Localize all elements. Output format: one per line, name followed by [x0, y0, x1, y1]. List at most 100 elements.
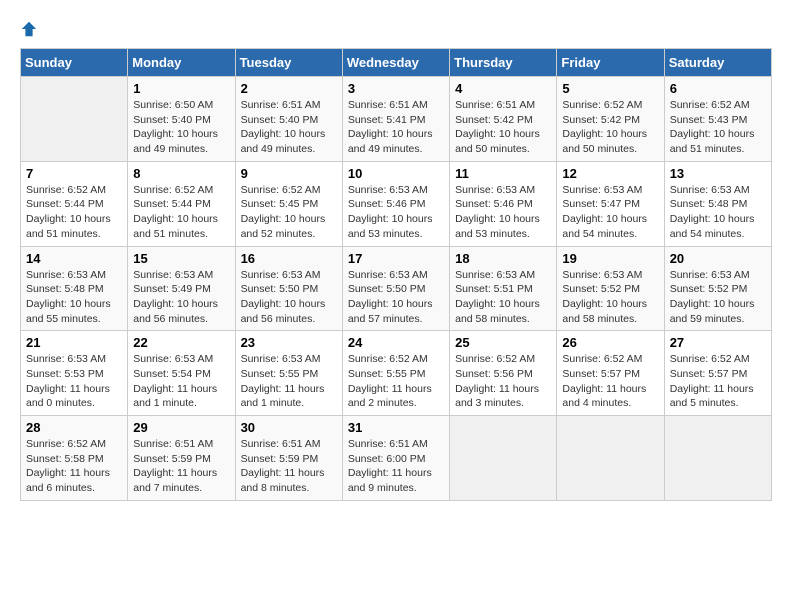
- day-info: Sunrise: 6:52 AMSunset: 5:57 PMDaylight:…: [562, 352, 658, 411]
- day-number: 16: [241, 251, 337, 266]
- calendar-cell: [664, 416, 771, 501]
- day-info: Sunrise: 6:52 AMSunset: 5:56 PMDaylight:…: [455, 352, 551, 411]
- day-number: 11: [455, 166, 551, 181]
- calendar-cell: 7 Sunrise: 6:52 AMSunset: 5:44 PMDayligh…: [21, 161, 128, 246]
- day-info: Sunrise: 6:52 AMSunset: 5:42 PMDaylight:…: [562, 98, 658, 157]
- calendar-cell: 12 Sunrise: 6:53 AMSunset: 5:47 PMDaylig…: [557, 161, 664, 246]
- day-info: Sunrise: 6:53 AMSunset: 5:46 PMDaylight:…: [455, 183, 551, 242]
- calendar-cell: 19 Sunrise: 6:53 AMSunset: 5:52 PMDaylig…: [557, 246, 664, 331]
- calendar-cell: 4 Sunrise: 6:51 AMSunset: 5:42 PMDayligh…: [450, 77, 557, 162]
- day-number: 1: [133, 81, 229, 96]
- day-info: Sunrise: 6:52 AMSunset: 5:55 PMDaylight:…: [348, 352, 444, 411]
- calendar-cell: 15 Sunrise: 6:53 AMSunset: 5:49 PMDaylig…: [128, 246, 235, 331]
- day-number: 31: [348, 420, 444, 435]
- day-number: 29: [133, 420, 229, 435]
- day-info: Sunrise: 6:53 AMSunset: 5:52 PMDaylight:…: [670, 268, 766, 327]
- calendar-cell: 21 Sunrise: 6:53 AMSunset: 5:53 PMDaylig…: [21, 331, 128, 416]
- day-info: Sunrise: 6:53 AMSunset: 5:54 PMDaylight:…: [133, 352, 229, 411]
- day-info: Sunrise: 6:50 AMSunset: 5:40 PMDaylight:…: [133, 98, 229, 157]
- day-number: 7: [26, 166, 122, 181]
- calendar-cell: 8 Sunrise: 6:52 AMSunset: 5:44 PMDayligh…: [128, 161, 235, 246]
- day-info: Sunrise: 6:53 AMSunset: 5:52 PMDaylight:…: [562, 268, 658, 327]
- day-info: Sunrise: 6:51 AMSunset: 5:59 PMDaylight:…: [241, 437, 337, 496]
- day-info: Sunrise: 6:51 AMSunset: 5:41 PMDaylight:…: [348, 98, 444, 157]
- calendar-cell: 25 Sunrise: 6:52 AMSunset: 5:56 PMDaylig…: [450, 331, 557, 416]
- calendar-cell: 22 Sunrise: 6:53 AMSunset: 5:54 PMDaylig…: [128, 331, 235, 416]
- day-number: 17: [348, 251, 444, 266]
- day-number: 22: [133, 335, 229, 350]
- calendar-week-row: 21 Sunrise: 6:53 AMSunset: 5:53 PMDaylig…: [21, 331, 772, 416]
- calendar-cell: 18 Sunrise: 6:53 AMSunset: 5:51 PMDaylig…: [450, 246, 557, 331]
- calendar-cell: 31 Sunrise: 6:51 AMSunset: 6:00 PMDaylig…: [342, 416, 449, 501]
- calendar-week-row: 1 Sunrise: 6:50 AMSunset: 5:40 PMDayligh…: [21, 77, 772, 162]
- day-number: 25: [455, 335, 551, 350]
- day-number: 13: [670, 166, 766, 181]
- day-number: 23: [241, 335, 337, 350]
- day-info: Sunrise: 6:51 AMSunset: 5:42 PMDaylight:…: [455, 98, 551, 157]
- weekday-header-thursday: Thursday: [450, 49, 557, 77]
- calendar-cell: [450, 416, 557, 501]
- day-info: Sunrise: 6:52 AMSunset: 5:57 PMDaylight:…: [670, 352, 766, 411]
- logo: [20, 20, 42, 38]
- day-info: Sunrise: 6:53 AMSunset: 5:49 PMDaylight:…: [133, 268, 229, 327]
- calendar-cell: 27 Sunrise: 6:52 AMSunset: 5:57 PMDaylig…: [664, 331, 771, 416]
- day-number: 26: [562, 335, 658, 350]
- day-info: Sunrise: 6:53 AMSunset: 5:50 PMDaylight:…: [348, 268, 444, 327]
- day-info: Sunrise: 6:52 AMSunset: 5:44 PMDaylight:…: [133, 183, 229, 242]
- calendar-cell: 30 Sunrise: 6:51 AMSunset: 5:59 PMDaylig…: [235, 416, 342, 501]
- calendar-cell: 11 Sunrise: 6:53 AMSunset: 5:46 PMDaylig…: [450, 161, 557, 246]
- day-info: Sunrise: 6:53 AMSunset: 5:48 PMDaylight:…: [26, 268, 122, 327]
- calendar-cell: [21, 77, 128, 162]
- day-info: Sunrise: 6:53 AMSunset: 5:50 PMDaylight:…: [241, 268, 337, 327]
- day-number: 30: [241, 420, 337, 435]
- day-number: 24: [348, 335, 444, 350]
- day-number: 28: [26, 420, 122, 435]
- calendar-cell: 16 Sunrise: 6:53 AMSunset: 5:50 PMDaylig…: [235, 246, 342, 331]
- day-number: 21: [26, 335, 122, 350]
- calendar-cell: 1 Sunrise: 6:50 AMSunset: 5:40 PMDayligh…: [128, 77, 235, 162]
- day-number: 2: [241, 81, 337, 96]
- calendar-cell: 13 Sunrise: 6:53 AMSunset: 5:48 PMDaylig…: [664, 161, 771, 246]
- calendar-cell: 23 Sunrise: 6:53 AMSunset: 5:55 PMDaylig…: [235, 331, 342, 416]
- calendar-table: SundayMondayTuesdayWednesdayThursdayFrid…: [20, 48, 772, 501]
- calendar-cell: 20 Sunrise: 6:53 AMSunset: 5:52 PMDaylig…: [664, 246, 771, 331]
- calendar-cell: 14 Sunrise: 6:53 AMSunset: 5:48 PMDaylig…: [21, 246, 128, 331]
- day-number: 8: [133, 166, 229, 181]
- day-number: 20: [670, 251, 766, 266]
- day-number: 18: [455, 251, 551, 266]
- calendar-cell: [557, 416, 664, 501]
- day-info: Sunrise: 6:53 AMSunset: 5:48 PMDaylight:…: [670, 183, 766, 242]
- calendar-cell: 6 Sunrise: 6:52 AMSunset: 5:43 PMDayligh…: [664, 77, 771, 162]
- calendar-cell: 24 Sunrise: 6:52 AMSunset: 5:55 PMDaylig…: [342, 331, 449, 416]
- day-info: Sunrise: 6:53 AMSunset: 5:46 PMDaylight:…: [348, 183, 444, 242]
- day-number: 9: [241, 166, 337, 181]
- calendar-cell: 5 Sunrise: 6:52 AMSunset: 5:42 PMDayligh…: [557, 77, 664, 162]
- day-info: Sunrise: 6:53 AMSunset: 5:51 PMDaylight:…: [455, 268, 551, 327]
- day-number: 15: [133, 251, 229, 266]
- calendar-cell: 2 Sunrise: 6:51 AMSunset: 5:40 PMDayligh…: [235, 77, 342, 162]
- day-info: Sunrise: 6:51 AMSunset: 5:59 PMDaylight:…: [133, 437, 229, 496]
- day-info: Sunrise: 6:51 AMSunset: 6:00 PMDaylight:…: [348, 437, 444, 496]
- day-number: 12: [562, 166, 658, 181]
- day-number: 14: [26, 251, 122, 266]
- calendar-cell: 10 Sunrise: 6:53 AMSunset: 5:46 PMDaylig…: [342, 161, 449, 246]
- weekday-header-row: SundayMondayTuesdayWednesdayThursdayFrid…: [21, 49, 772, 77]
- day-info: Sunrise: 6:51 AMSunset: 5:40 PMDaylight:…: [241, 98, 337, 157]
- weekday-header-sunday: Sunday: [21, 49, 128, 77]
- weekday-header-saturday: Saturday: [664, 49, 771, 77]
- day-number: 27: [670, 335, 766, 350]
- day-info: Sunrise: 6:52 AMSunset: 5:45 PMDaylight:…: [241, 183, 337, 242]
- calendar-cell: 3 Sunrise: 6:51 AMSunset: 5:41 PMDayligh…: [342, 77, 449, 162]
- calendar-cell: 26 Sunrise: 6:52 AMSunset: 5:57 PMDaylig…: [557, 331, 664, 416]
- calendar-cell: 17 Sunrise: 6:53 AMSunset: 5:50 PMDaylig…: [342, 246, 449, 331]
- day-number: 19: [562, 251, 658, 266]
- weekday-header-monday: Monday: [128, 49, 235, 77]
- day-info: Sunrise: 6:52 AMSunset: 5:44 PMDaylight:…: [26, 183, 122, 242]
- day-number: 3: [348, 81, 444, 96]
- calendar-cell: 9 Sunrise: 6:52 AMSunset: 5:45 PMDayligh…: [235, 161, 342, 246]
- day-number: 10: [348, 166, 444, 181]
- calendar-week-row: 28 Sunrise: 6:52 AMSunset: 5:58 PMDaylig…: [21, 416, 772, 501]
- day-number: 5: [562, 81, 658, 96]
- calendar-week-row: 14 Sunrise: 6:53 AMSunset: 5:48 PMDaylig…: [21, 246, 772, 331]
- weekday-header-friday: Friday: [557, 49, 664, 77]
